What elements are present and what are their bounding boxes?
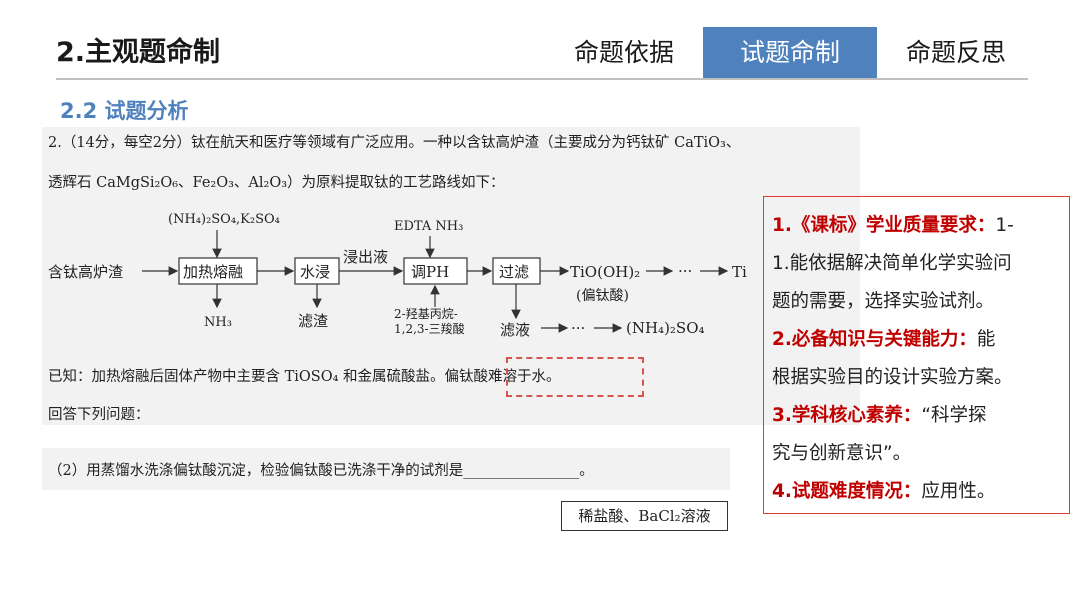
flow-start: 含钛高炉渣 <box>48 263 123 281</box>
answer-prompt: 回答下列问题： <box>48 407 150 423</box>
requirement-line: 2.必备知识与关键能力：能 <box>772 329 996 350</box>
flow-reagent-3-line-2: 1,2,3-三羧酸 <box>394 321 465 336</box>
requirement-line: 题的需要，选择实验试剂。 <box>772 291 995 312</box>
flow-step-2: 水浸 <box>300 263 330 281</box>
flow-step-3: 调PH <box>411 263 449 281</box>
sub-question: （2）用蒸馏水洗涤偏钛酸沉淀，检验偏钛酸已洗涤干净的试剂是___________… <box>48 463 594 479</box>
requirement-line: 3.学科核心素养：“科学探 <box>772 405 987 426</box>
flow-reagent-1: (NH₄)₂SO₄,K₂SO₄ <box>168 212 280 227</box>
flow-reagent-2: EDTA NH₃ <box>394 219 463 234</box>
flow-ellipsis-2: ··· <box>571 319 585 337</box>
flow-filtrate-product: (NH₄)₂SO₄ <box>626 319 705 337</box>
flow-product: TiO(OH)₂ <box>570 263 640 281</box>
flow-final: Ti <box>732 263 747 281</box>
answer-box: 稀盐酸、BaCl₂溶液 <box>561 501 728 531</box>
flow-liquid-label: 浸出液 <box>343 248 388 266</box>
known-info: 已知：加热熔融后固体产物中主要含 TiOSO₄ 和金属硫酸盐。偏钛酸难溶于水。 <box>48 365 561 386</box>
requirement-line: 根据实验目的设计实验方案。 <box>772 367 1013 388</box>
flow-step-4: 过滤 <box>499 263 529 281</box>
requirement-line: 4.试题难度情况：应用性。 <box>772 481 996 502</box>
flow-byproduct-1: NH₃ <box>204 315 232 330</box>
flow-ellipsis-1: ··· <box>678 262 692 280</box>
requirement-line: 究与创新意识”。 <box>772 443 912 464</box>
requirement-line: 1.《课标》学业质量要求：1- <box>772 215 1014 236</box>
flow-step-1: 加热熔融 <box>183 263 243 281</box>
flow-residue: 滤渣 <box>298 312 328 330</box>
requirement-line: 1.能依据解决简单化学实验问 <box>772 253 1012 274</box>
requirements-box: 1.《课标》学业质量要求：1- 1.能依据解决简单化学实验问 题的需要，选择实验… <box>763 196 1070 514</box>
flow-filtrate: 滤液 <box>500 321 530 339</box>
highlight-dashed-box <box>506 357 644 397</box>
flow-reagent-3-line-1: 2-羟基丙烷- <box>394 306 458 321</box>
known-info-prefix: 已知：加热熔融后固体产物中主要含 TiOSO₄ 和金属硫酸盐。 <box>48 369 445 385</box>
flow-product-name: (偏钛酸) <box>576 288 629 304</box>
